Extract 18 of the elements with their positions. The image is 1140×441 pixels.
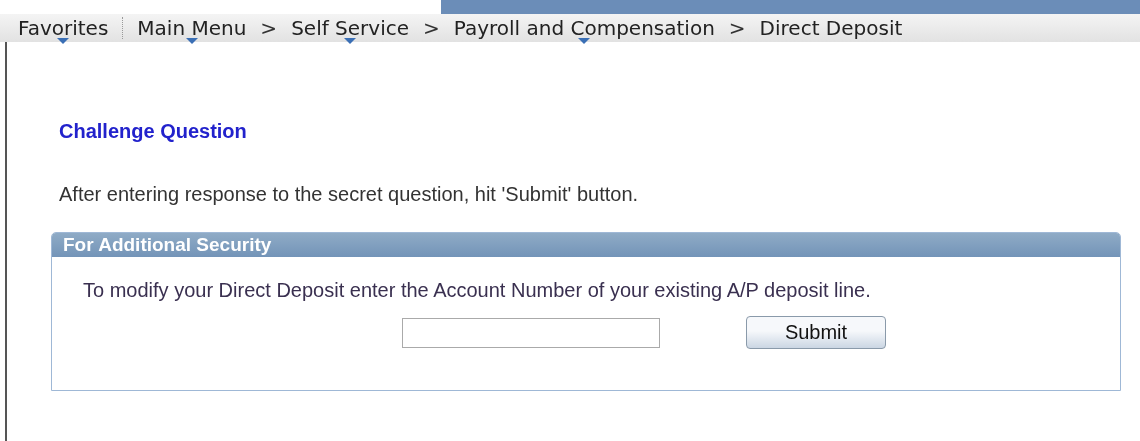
- breadcrumb-separator: >: [727, 16, 747, 40]
- breadcrumb-link[interactable]: Main Menu: [131, 14, 253, 42]
- account-number-field[interactable]: [402, 317, 660, 348]
- breadcrumb-separator: >: [259, 16, 279, 40]
- breadcrumb-link[interactable]: Self Service: [285, 14, 415, 42]
- dropdown-caret-icon[interactable]: [57, 38, 70, 44]
- breadcrumb-link[interactable]: Payroll and Compensation: [447, 14, 721, 42]
- dropdown-caret-icon[interactable]: [185, 38, 198, 44]
- page-heading: Challenge Question: [59, 119, 247, 143]
- instruction-text: After entering response to the secret question, hit 'Submit' button.: [59, 183, 640, 206]
- submit-button[interactable]: Submit: [746, 316, 886, 349]
- panel-text: To modify your Direct Deposit enter the Account Number of your existing A/P deposit line.: [83, 279, 872, 302]
- panel-title: For Additional Security: [52, 233, 1120, 257]
- dropdown-caret-icon[interactable]: [578, 38, 591, 44]
- breadcrumb-separator: >: [422, 16, 441, 40]
- breadcrumb-link[interactable]: Direct Deposit: [753, 14, 909, 42]
- dropdown-caret-icon[interactable]: [344, 38, 357, 44]
- breadcrumb-link[interactable]: Favorites: [12, 14, 115, 42]
